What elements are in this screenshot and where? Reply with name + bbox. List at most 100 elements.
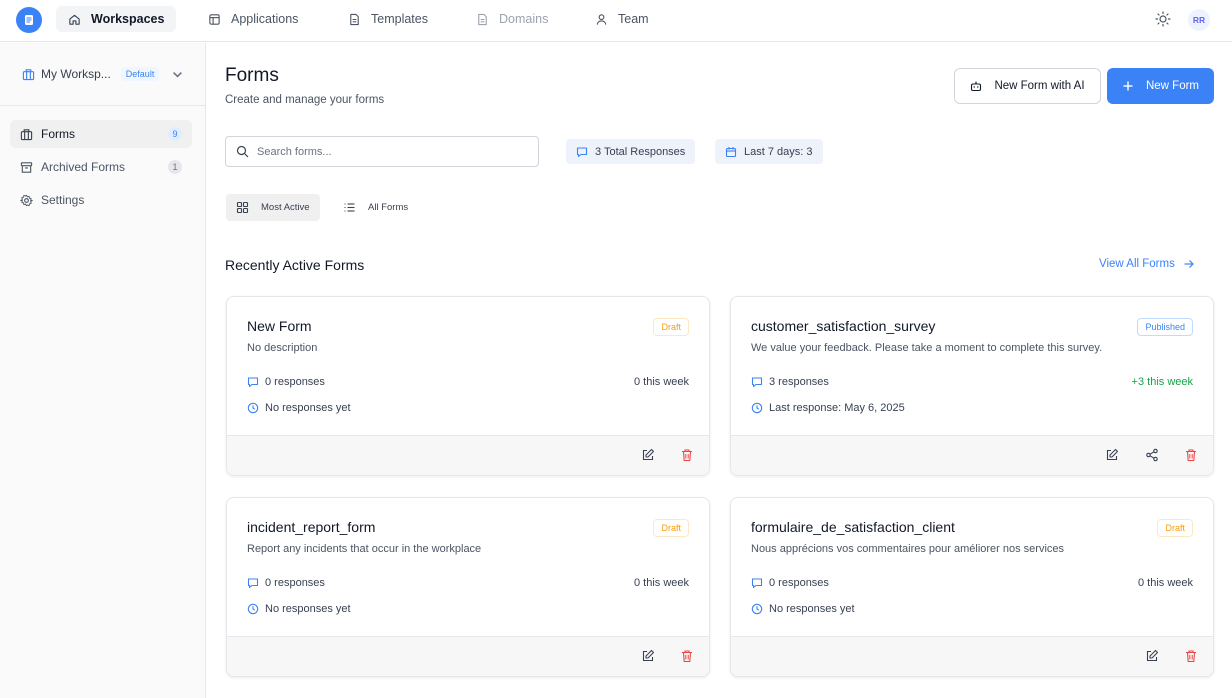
view-all-forms-button[interactable]: All Forms: [333, 194, 418, 221]
sun-icon[interactable]: [1155, 11, 1171, 27]
workspace-switcher[interactable]: My Worksp... Default: [22, 67, 184, 81]
delete-button[interactable]: [1184, 649, 1198, 663]
nav-team[interactable]: Team: [583, 6, 661, 32]
layout-icon: [209, 13, 220, 25]
edit-button[interactable]: [1105, 448, 1119, 462]
week-count: +3 this week: [1131, 376, 1193, 388]
archived-count-badge: 1: [168, 160, 182, 174]
edit-button[interactable]: [641, 448, 655, 462]
delete-button[interactable]: [680, 649, 694, 663]
responses-row: 0 responses: [247, 376, 325, 388]
new-form-with-ai-label: New Form with AI: [994, 80, 1085, 92]
new-form-with-ai-button[interactable]: New Form with AI: [954, 68, 1101, 104]
new-form-button[interactable]: New Form: [1107, 68, 1214, 104]
responses-count: 0 responses: [265, 376, 325, 388]
responses-row: 3 responses: [751, 376, 829, 388]
last-response: Last response: May 6, 2025: [769, 402, 905, 414]
last-response-row: No responses yet: [751, 603, 855, 615]
last-7-days-text: Last 7 days: 3: [744, 145, 813, 158]
week-count: 0 this week: [1137, 577, 1193, 589]
card-footer: [731, 435, 1213, 475]
search-icon: [236, 145, 249, 158]
view-all-forms-link[interactable]: View All Forms: [1099, 258, 1195, 270]
responses-count: 3 responses: [769, 376, 829, 388]
form-description: Nous apprécions vos commentaires pour am…: [751, 543, 1065, 555]
list-icon: [344, 203, 355, 212]
week-count: 0 this week: [633, 376, 689, 388]
form-title: incident_report_form: [247, 519, 376, 535]
sidebar-item-settings[interactable]: Settings: [10, 186, 192, 214]
responses-count: 0 responses: [769, 577, 829, 589]
top-nav: Workspaces Applications Templates Domain…: [0, 0, 1232, 42]
sidebar-item-archived-forms[interactable]: Archived Forms 1: [10, 153, 192, 181]
last-response: No responses yet: [769, 603, 855, 615]
message-icon: [576, 146, 588, 157]
sidebar-item-forms[interactable]: Forms 9: [10, 120, 192, 148]
user-avatar[interactable]: RR: [1188, 9, 1210, 31]
sidebar: My Worksp... Default Forms 9 Archived Fo…: [0, 43, 206, 698]
form-description: No description: [247, 342, 318, 354]
form-description: We value your feedback. Please take a mo…: [751, 342, 1103, 354]
last-response: No responses yet: [265, 603, 351, 615]
week-count: 0 this week: [633, 577, 689, 589]
message-icon: [751, 377, 763, 388]
responses-count: 0 responses: [265, 577, 325, 589]
workspace-name: My Worksp...: [41, 67, 111, 81]
card-footer: [227, 636, 709, 676]
message-icon: [247, 377, 259, 388]
view-most-active-label: Most Active: [261, 202, 310, 213]
briefcase-icon: [20, 128, 33, 140]
last-response: No responses yet: [265, 402, 351, 414]
calendar-icon: [725, 146, 737, 157]
search-input[interactable]: [257, 145, 527, 158]
message-icon: [751, 578, 763, 589]
nav-workspaces-label: Workspaces: [91, 12, 165, 26]
page-title: Forms: [225, 65, 279, 86]
app-logo[interactable]: [16, 7, 42, 33]
edit-button[interactable]: [1145, 649, 1159, 663]
edit-icon: [642, 448, 655, 461]
form-card[interactable]: customer_satisfaction_survey Published W…: [730, 296, 1214, 476]
clock-icon: [247, 603, 259, 615]
nav-templates[interactable]: Templates: [336, 6, 440, 32]
nav-applications-label: Applications: [231, 12, 299, 26]
total-responses-pill: 3 Total Responses: [566, 139, 696, 164]
sidebar-divider: [0, 105, 206, 106]
clock-icon: [751, 603, 763, 615]
robot-icon: [971, 81, 982, 92]
form-card[interactable]: New Form Draft No description 0 response…: [226, 296, 710, 476]
card-footer: [731, 636, 1213, 676]
building-icon: [22, 68, 35, 80]
nav-domains-label: Domains: [499, 12, 549, 26]
home-icon: [69, 14, 80, 25]
file-icon: [478, 13, 487, 25]
default-badge: Default: [120, 67, 160, 81]
trash-icon: [1186, 449, 1196, 462]
message-icon: [247, 578, 259, 589]
delete-button[interactable]: [680, 448, 694, 462]
page-subtitle: Create and manage your forms: [225, 94, 385, 106]
nav-domains[interactable]: Domains: [464, 6, 560, 32]
clock-icon: [247, 402, 259, 414]
view-most-active-button[interactable]: Most Active: [226, 194, 320, 221]
nav-templates-label: Templates: [371, 12, 428, 26]
form-description: Report any incidents that occur in the w…: [247, 543, 482, 555]
form-card[interactable]: incident_report_form Draft Report any in…: [226, 497, 710, 677]
edit-icon: [642, 649, 655, 662]
last-7-days-pill: Last 7 days: 3: [715, 139, 823, 164]
status-badge: Draft: [653, 519, 689, 537]
share-button[interactable]: [1145, 448, 1159, 462]
clock-icon: [751, 402, 763, 414]
card-footer: [227, 435, 709, 475]
total-responses-text: 3 Total Responses: [595, 145, 686, 158]
form-card[interactable]: formulaire_de_satisfaction_client Draft …: [730, 497, 1214, 677]
sidebar-item-label: Archived Forms: [41, 160, 126, 174]
sidebar-item-label: Forms: [41, 127, 75, 141]
form-title: New Form: [247, 318, 312, 334]
nav-workspaces[interactable]: Workspaces: [56, 6, 177, 32]
nav-applications[interactable]: Applications: [196, 6, 310, 32]
trash-icon: [682, 449, 692, 462]
delete-button[interactable]: [1184, 448, 1198, 462]
edit-button[interactable]: [641, 649, 655, 663]
section-title: Recently Active Forms: [225, 257, 365, 273]
